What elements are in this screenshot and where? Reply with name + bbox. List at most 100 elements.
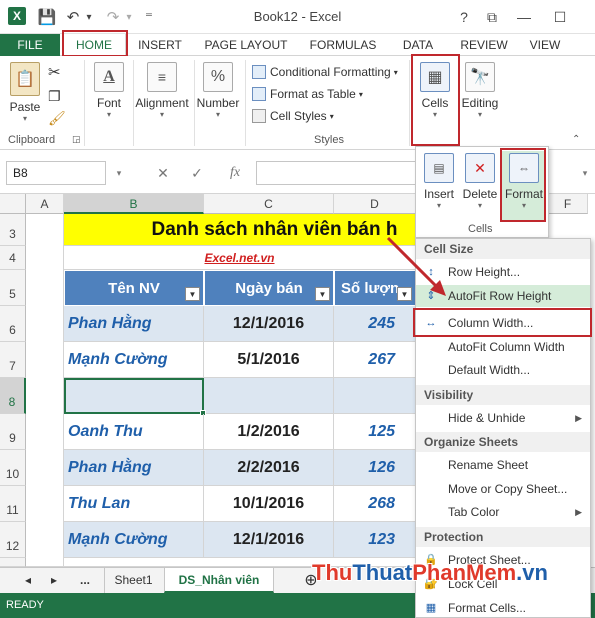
qty-cell[interactable] [334, 378, 416, 414]
expand-formula-bar-icon[interactable]: ▾ [572, 161, 595, 185]
sheet-title-cell[interactable]: Danh sách nhân viên bán h [64, 214, 416, 246]
cancel-icon[interactable]: ✕ [150, 161, 176, 185]
undo-dropdown-icon[interactable]: ▾ [84, 6, 94, 28]
sheet-tab-ds-nhan-vien[interactable]: DS_Nhân viên [164, 568, 274, 593]
date-cell[interactable]: 2/2/2016 [204, 450, 334, 486]
qty-cell[interactable]: 267 [334, 342, 416, 378]
maximize-button[interactable]: ☐ [548, 6, 572, 28]
redo-icon[interactable]: ↷ [104, 6, 122, 28]
tab-insert[interactable]: INSERT [130, 34, 190, 56]
cells-button[interactable]: ▦ Cells ▾ [414, 62, 456, 119]
row-header-10[interactable]: 10 [0, 450, 26, 486]
formula-input[interactable] [256, 161, 416, 185]
date-cell[interactable]: 12/1/2016 [204, 306, 334, 342]
prev-sheet-icon[interactable]: ◂ [18, 568, 38, 593]
name-cell[interactable]: Phan Hằng [64, 306, 204, 342]
menu-item-format-cells[interactable]: ▦ Format Cells... [416, 597, 590, 618]
menu-item-tab-color[interactable]: Tab Color ▶ [416, 501, 590, 523]
name-box[interactable]: B8 [6, 161, 106, 185]
name-cell[interactable]: Oanh Thu [64, 414, 204, 450]
header-cell-ten-nv[interactable]: Tên NV ▼ [64, 270, 204, 306]
qty-cell[interactable]: 245 [334, 306, 416, 342]
date-cell[interactable]: 1/2/2016 [204, 414, 334, 450]
column-header-c[interactable]: C [204, 194, 334, 214]
selected-cell-b8[interactable] [64, 378, 204, 414]
menu-item-default-width[interactable]: Default Width... [416, 359, 590, 381]
row-header-11[interactable]: 11 [0, 486, 26, 522]
save-icon[interactable]: 💾 [36, 6, 58, 28]
date-cell[interactable]: 12/1/2016 [204, 522, 334, 558]
tab-file[interactable]: FILE [0, 34, 60, 56]
clipboard-launcher-icon[interactable]: ◲ [72, 134, 81, 145]
row-header-9[interactable]: 9 [0, 414, 26, 450]
qty-cell[interactable]: 268 [334, 486, 416, 522]
copy-icon[interactable]: ❐ [48, 86, 61, 106]
qty-cell[interactable]: 126 [334, 450, 416, 486]
alignment-button[interactable]: ≡ Alignment ▾ [133, 62, 191, 119]
redo-dropdown-icon[interactable]: ▾ [124, 6, 134, 28]
format-as-table-button[interactable]: Format as Table ▾ [252, 84, 363, 104]
filter-dropdown-icon[interactable]: ▼ [315, 287, 330, 301]
tab-page-layout[interactable]: PAGE LAYOUT [198, 34, 294, 56]
more-sheets-button[interactable]: ... [72, 568, 98, 593]
menu-item-autofit-column-width[interactable]: AutoFit Column Width [416, 336, 590, 358]
qty-cell[interactable]: 123 [334, 522, 416, 558]
column-header-d[interactable]: D [334, 194, 416, 214]
insert-cells-button[interactable]: ▤ Insert ▾ [422, 153, 456, 210]
undo-icon[interactable]: ↶ [64, 6, 82, 28]
format-cells-button[interactable]: ⇔ Format ▾ [502, 151, 546, 221]
column-header-b[interactable]: B [64, 194, 204, 214]
column-header-f[interactable]: F [548, 194, 588, 214]
paste-button[interactable]: 📋 Paste ▾ [6, 62, 44, 123]
menu-item-move-copy-sheet[interactable]: Move or Copy Sheet... [416, 478, 590, 500]
name-cell[interactable]: Thu Lan [64, 486, 204, 522]
format-painter-icon[interactable]: 🖌 [48, 108, 66, 128]
column-header-a[interactable]: A [26, 194, 64, 214]
editing-button[interactable]: 🔭 Editing ▾ [460, 62, 500, 119]
delete-cells-button[interactable]: ✕ Delete ▾ [462, 153, 498, 210]
row-header-8[interactable]: 8 [0, 378, 26, 414]
date-cell[interactable] [204, 378, 334, 414]
row-header-5[interactable]: 5 [0, 270, 26, 306]
row-header-7[interactable]: 7 [0, 342, 26, 378]
select-all-corner[interactable] [0, 194, 26, 214]
date-cell[interactable]: 10/1/2016 [204, 486, 334, 522]
name-cell[interactable]: Mạnh Cường [64, 342, 204, 378]
menu-item-column-width[interactable]: ↔ Column Width... [416, 312, 590, 334]
font-button[interactable]: A Font ▾ [90, 62, 128, 119]
cell-styles-button[interactable]: Cell Styles ▾ [252, 106, 334, 126]
row-header-13[interactable] [0, 558, 26, 567]
menu-item-rename-sheet[interactable]: Rename Sheet [416, 454, 590, 476]
conditional-formatting-button[interactable]: Conditional Formatting ▾ [252, 62, 398, 82]
qty-cell[interactable]: 125 [334, 414, 416, 450]
name-cell[interactable]: Mạnh Cường [64, 522, 204, 558]
sheet-tab-sheet1[interactable]: Sheet1 [104, 568, 162, 593]
tab-home[interactable]: HOME [62, 34, 126, 56]
menu-item-hide-unhide[interactable]: Hide & Unhide ▶ [416, 407, 590, 429]
filter-dropdown-icon[interactable]: ▼ [185, 287, 200, 301]
cut-icon[interactable]: ✂ [48, 62, 61, 82]
tab-view[interactable]: VIEW [522, 34, 568, 56]
name-cell[interactable]: Phan Hằng [64, 450, 204, 486]
name-box-dropdown-icon[interactable]: ▾ [106, 161, 132, 185]
row-header-12[interactable]: 12 [0, 522, 26, 558]
tab-data[interactable]: DATA [392, 34, 444, 56]
row-header-4[interactable]: 4 [0, 246, 26, 270]
customize-qat-icon[interactable]: ⁼ [142, 6, 156, 28]
tab-formulas[interactable]: FORMULAS [302, 34, 384, 56]
excel-app-icon[interactable]: X [8, 7, 26, 25]
row-header-3[interactable]: 3 [0, 214, 26, 246]
insert-function-icon[interactable]: fx [222, 161, 248, 185]
enter-icon[interactable]: ✓ [184, 161, 210, 185]
tab-review[interactable]: REVIEW [452, 34, 516, 56]
column-a-cells[interactable] [26, 214, 64, 567]
minimize-button[interactable]: — [512, 6, 536, 28]
ribbon-display-options-icon[interactable]: ⧉ [480, 6, 504, 28]
next-sheet-icon[interactable]: ▸ [44, 568, 64, 593]
date-cell[interactable]: 5/1/2016 [204, 342, 334, 378]
header-cell-ngay-ban[interactable]: Ngày bán ▼ [204, 270, 334, 306]
help-button[interactable]: ? [452, 6, 476, 28]
sheet-subtitle-cell[interactable]: Excel.net.vn [64, 246, 416, 270]
collapse-ribbon-icon[interactable]: ⌃ [572, 134, 580, 145]
row-header-6[interactable]: 6 [0, 306, 26, 342]
